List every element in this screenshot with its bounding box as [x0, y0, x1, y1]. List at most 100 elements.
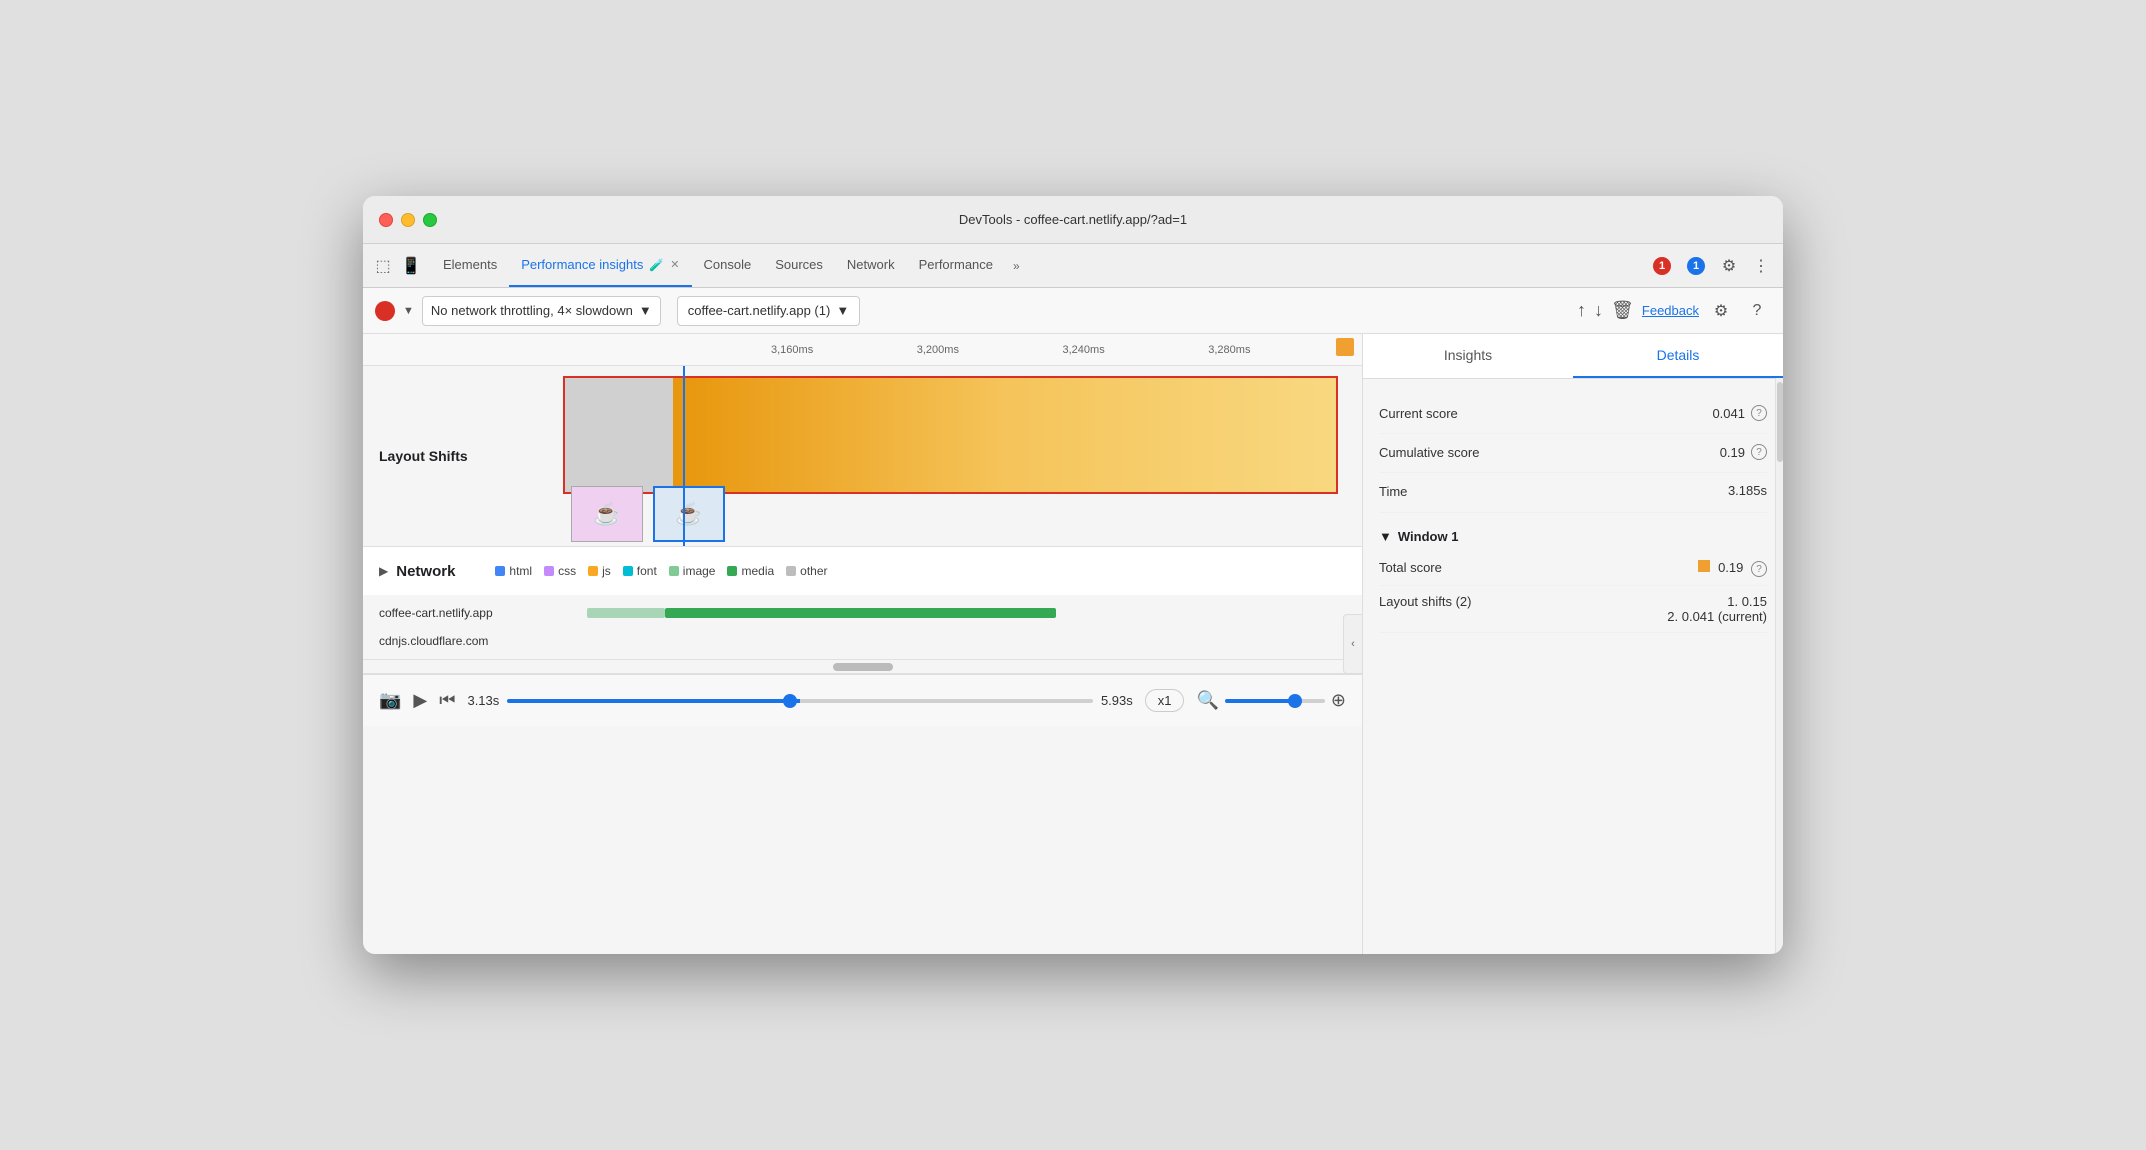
tab-performance-insights[interactable]: Performance insights 🧪 ✕	[509, 244, 691, 287]
right-panel: Insights Details Current score 0.041	[1363, 334, 1783, 649]
zoom-in-icon[interactable]: ⊕	[1331, 690, 1346, 711]
more-options-icon[interactable]: ⋮	[1747, 252, 1775, 280]
tab-insights[interactable]: Insights	[1363, 334, 1573, 378]
cumulative-score-value: 0.19 ?	[1720, 444, 1767, 460]
tab-bar: ⬚ 📱 Elements Performance insights 🧪 ✕ Co…	[363, 244, 1783, 288]
total-score-help[interactable]: ?	[1751, 560, 1767, 578]
tabs-overflow-button[interactable]: »	[1005, 244, 1028, 287]
throttle-chevron-icon: ▼	[639, 303, 652, 318]
image-color-dot	[669, 566, 679, 576]
current-score-value: 0.041 ?	[1712, 405, 1767, 421]
window-title: DevTools - coffee-cart.netlify.app/?ad=1	[959, 212, 1187, 227]
legend-font: font	[623, 564, 657, 578]
network-row-1-label: coffee-cart.netlify.app	[371, 606, 571, 620]
layout-shifts-label: Layout Shifts	[363, 448, 563, 464]
cup-icon-1: ☕	[593, 501, 620, 527]
slider-thumb[interactable]	[783, 694, 797, 708]
network-row-2-label: cdnjs.cloudflare.com	[371, 634, 571, 648]
layout-shifts-section: Layout Shifts	[363, 366, 1362, 547]
scrollbar-thumb[interactable]	[833, 663, 893, 671]
upload-icon[interactable]: ↑	[1577, 300, 1586, 321]
dropdown-chevron[interactable]: ▼	[403, 305, 414, 317]
tab-close-icon[interactable]: ✕	[670, 258, 679, 271]
horizontal-scrollbar[interactable]	[363, 660, 1362, 674]
delete-icon[interactable]: 🗑	[1611, 300, 1634, 321]
cumulative-score-row: Cumulative score 0.19 ?	[1379, 434, 1767, 473]
throttle-select[interactable]: No network throttling, 4× slowdown ▼	[422, 296, 661, 326]
current-score-help-icon[interactable]: ?	[1751, 405, 1767, 421]
inspect-icon[interactable]: ⬚	[371, 254, 395, 278]
zoom-slider[interactable]	[1225, 699, 1325, 703]
network-row-1[interactable]: coffee-cart.netlify.app	[363, 599, 1362, 627]
url-select[interactable]: coffee-cart.netlify.app (1) ▼	[677, 296, 860, 326]
network-bar-1-container	[571, 605, 1354, 621]
css-color-dot	[544, 566, 554, 576]
network-header[interactable]: ▶ Network html css	[363, 547, 1362, 595]
device-toolbar-icon[interactable]: 📱	[399, 254, 423, 278]
tick-1: 3,160ms	[771, 344, 813, 356]
slider-track	[507, 699, 1093, 703]
collapse-panel-button[interactable]: ‹	[1343, 614, 1363, 674]
current-score-row: Current score 0.041 ?	[1379, 395, 1767, 434]
minimize-button[interactable]	[401, 213, 415, 227]
tick-3: 3,240ms	[1063, 344, 1105, 356]
maximize-button[interactable]	[423, 213, 437, 227]
zoom-thumb[interactable]	[1288, 694, 1302, 708]
toolbar-actions: ↑ ↓ 🗑 Feedback ⚙ ?	[1577, 297, 1771, 325]
tabs-container: Elements Performance insights 🧪 ✕ Consol…	[431, 244, 1647, 287]
total-score-row: Total score 0.19 ?	[1379, 552, 1767, 587]
network-bar-1-main	[665, 608, 1057, 618]
zoom-controls: 🔍 ⊕	[1196, 690, 1346, 711]
tab-sources[interactable]: Sources	[763, 244, 835, 287]
tab-performance[interactable]: Performance	[907, 244, 1005, 287]
details-content: Current score 0.041 ? Cumulative score 0…	[1363, 379, 1783, 649]
error-badge-button[interactable]: 1	[1647, 255, 1677, 277]
help-icon[interactable]: ?	[1743, 297, 1771, 325]
tab-console[interactable]: Console	[692, 244, 764, 287]
thumbnail-2-selected[interactable]: ☕	[653, 486, 725, 542]
thumbnails: ☕ ☕	[571, 486, 725, 542]
legend-css: css	[544, 564, 576, 578]
network-bar-2-container	[571, 633, 1354, 649]
current-score-label: Current score	[1379, 405, 1458, 423]
zoom-out-icon[interactable]: 🔍	[1196, 690, 1218, 711]
cumulative-score-help-icon[interactable]: ?	[1751, 444, 1767, 460]
legend-js: js	[588, 564, 611, 578]
other-color-dot	[786, 566, 796, 576]
beginning-icon[interactable]: ⏮	[439, 690, 455, 711]
info-badge-button[interactable]: 1	[1681, 255, 1711, 277]
layout-shift-rect	[563, 376, 1338, 494]
network-rows: coffee-cart.netlify.app cdnjs.cloudflare…	[363, 595, 1362, 659]
network-row-2[interactable]: cdnjs.cloudflare.com	[363, 627, 1362, 655]
expand-icon: ▶	[379, 564, 388, 578]
legend-image: image	[669, 564, 716, 578]
tab-network[interactable]: Network	[835, 244, 907, 287]
right-scrollbar[interactable]	[1775, 378, 1783, 954]
thumbnail-1[interactable]: ☕	[571, 486, 643, 542]
feedback-link[interactable]: Feedback	[1642, 303, 1699, 318]
settings-toolbar-icon[interactable]: ⚙	[1707, 297, 1735, 325]
record-button[interactable]	[375, 301, 395, 321]
js-color-dot	[588, 566, 598, 576]
cumulative-score-label: Cumulative score	[1379, 444, 1479, 462]
tab-elements[interactable]: Elements	[431, 244, 509, 287]
toolbar: ▼ No network throttling, 4× slowdown ▼ c…	[363, 288, 1783, 334]
play-icon[interactable]: ▶	[413, 690, 427, 711]
total-score-help-icon[interactable]: ?	[1751, 561, 1767, 577]
insights-tabs: Insights Details	[1363, 334, 1783, 379]
orange-indicator	[1698, 560, 1710, 572]
right-scrollbar-thumb[interactable]	[1777, 382, 1783, 462]
download-icon[interactable]: ↓	[1594, 300, 1603, 321]
orange-gradient	[673, 378, 1336, 492]
window-section-header[interactable]: ▼ Window 1	[1379, 521, 1767, 552]
settings-icon[interactable]: ⚙	[1715, 252, 1743, 280]
blue-marker-line	[683, 366, 685, 546]
screenshot-icon[interactable]: 📷	[379, 690, 401, 711]
close-button[interactable]	[379, 213, 393, 227]
main-content: 3,160ms 3,200ms 3,240ms 3,280ms Layout S…	[363, 334, 1783, 954]
playback-slider[interactable]	[507, 699, 1093, 703]
legend-html: html	[495, 564, 532, 578]
cup-icon-2: ☕	[675, 501, 702, 527]
tab-details[interactable]: Details	[1573, 334, 1783, 378]
speed-control[interactable]: x1	[1145, 689, 1185, 712]
